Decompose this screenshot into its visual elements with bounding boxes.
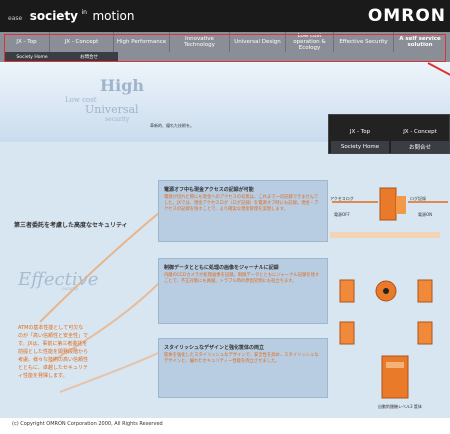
nav-jx-concept[interactable]: JX - Concept bbox=[50, 32, 114, 52]
feature-body: 電源が切れた際にも現金へのアクセスの有無は、これまで一切記録できませんでした。J… bbox=[164, 195, 319, 212]
feature-box-journal: 制御データとともに処理の画像をジャーナルに記録 内蔵のCCDカメラが処理画像を記… bbox=[158, 258, 328, 324]
label-power-off: 電源OFF bbox=[334, 212, 350, 217]
nav-low-cost-ecology[interactable]: Low cost operation & Ecology bbox=[286, 32, 334, 52]
brand-logo[interactable]: ease society in motion bbox=[8, 9, 135, 23]
nav-high-performance[interactable]: High Performance bbox=[114, 32, 170, 52]
nav-society-home[interactable]: Society Home bbox=[4, 52, 60, 62]
main-content: High Low cost Universal security 革新的、優れた… bbox=[0, 62, 450, 418]
effective-subheading: security bbox=[62, 286, 78, 291]
header: ease society in motion OMRON bbox=[0, 0, 450, 32]
feature-body: 内蔵のCCDカメラが処理画像を記録。制御データとともにジャーナル記録を残すことで… bbox=[164, 273, 320, 284]
feature-body: 筐体を強化したスタイリッシュなデザインで、安全性を高め、スタイリッシュなデザイン… bbox=[164, 353, 319, 364]
brand-motion: motion bbox=[92, 9, 135, 23]
label-power-on: 電源ON bbox=[418, 212, 433, 217]
page: ease society in motion OMRON JX - Top JX… bbox=[0, 0, 450, 434]
feature-title: スタイリッシュなデザインと強化筐体の両立 bbox=[164, 345, 265, 351]
copyright: (c) Copyright OMRON Corporation 2000, Al… bbox=[12, 421, 163, 427]
nav-self-service[interactable]: A self service solution bbox=[394, 32, 446, 52]
top-nav: JX - Top JX - Concept High Performance I… bbox=[0, 32, 450, 62]
brand-sup: in bbox=[81, 9, 87, 16]
nav-universal-design[interactable]: Universal Design bbox=[230, 32, 286, 52]
label-log-record: ログ記録 bbox=[410, 196, 426, 201]
nav-contact[interactable]: お問合せ bbox=[60, 52, 118, 62]
nav-effective-security[interactable]: Effective Security bbox=[334, 32, 394, 52]
diagram-illustrations bbox=[332, 187, 448, 399]
section-title: 第三者委託を考慮した高度なセキュリティ bbox=[14, 222, 128, 229]
brand-small: ease bbox=[8, 15, 23, 22]
nav-innovative-technology[interactable]: Innovative Technology bbox=[170, 32, 230, 52]
label-access-log: アクセスログ bbox=[330, 196, 354, 201]
feature-title: 電源オフ中も現金アクセスの記録が可能 bbox=[164, 187, 254, 193]
feature-box-power-off: 電源オフ中も現金アクセスの記録が可能 電源が切れた際にも現金へのアクセスの有無は… bbox=[158, 180, 328, 242]
feature-box-design: スタイリッシュなデザインと強化筐体の両立 筐体を強化したスタイリッシュなデザイン… bbox=[158, 338, 328, 398]
nav-jx-top[interactable]: JX - Top bbox=[4, 32, 50, 52]
label-dispenser: 自動釣銭機レベル3 筐体 bbox=[378, 404, 422, 409]
brand-society: society bbox=[29, 9, 78, 23]
footer: (c) Copyright OMRON Corporation 2000, Al… bbox=[0, 418, 450, 434]
omron-logo[interactable]: OMRON bbox=[368, 6, 446, 26]
effective-heading: Effective bbox=[18, 269, 99, 290]
feature-title: 制御データとともに処理の画像をジャーナルに記録 bbox=[164, 265, 279, 271]
intro-text: ATMの基本性能として可欠なのが「高い信頼性と安全性」です。JXは、事前に第三者… bbox=[18, 325, 89, 379]
